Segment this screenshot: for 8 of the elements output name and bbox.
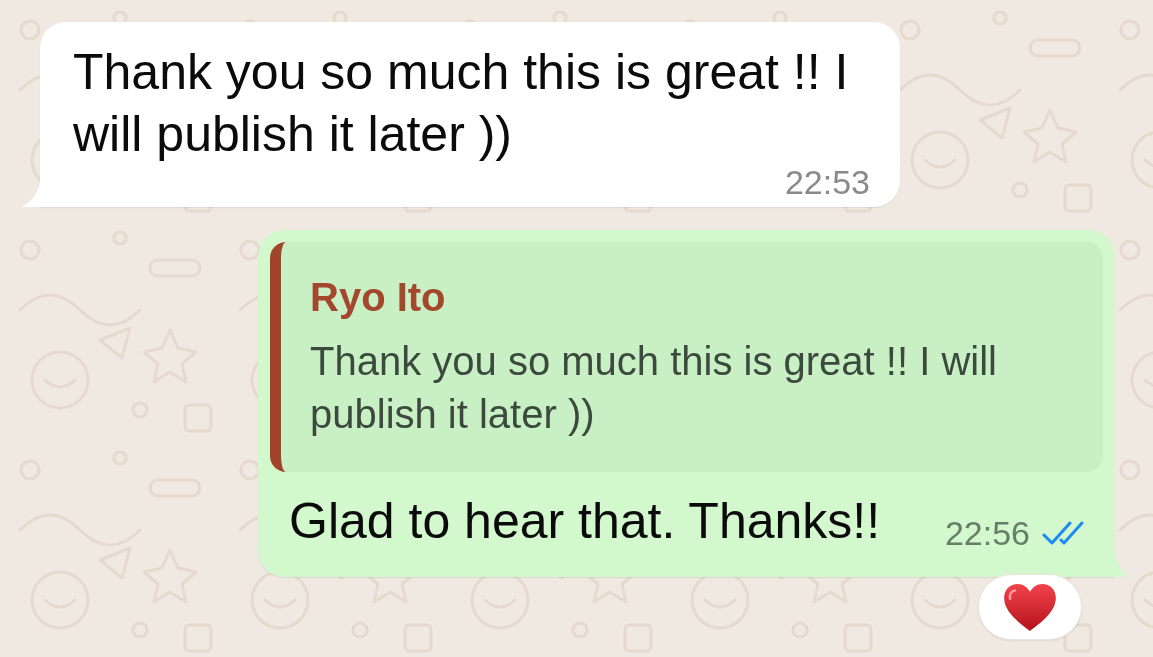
quoted-text: Thank you so much this is great !! I will publish it later )) — [310, 338, 998, 438]
quoted-message[interactable]: Ryo Ito Thank you so much this is great !! I will publish it later )) — [270, 242, 1103, 472]
heart-icon — [1004, 583, 1056, 631]
quoted-author-name: Ryo Ito — [310, 274, 447, 321]
message-time: 22:56 — [944, 516, 1030, 550]
message-time: 22:53 — [784, 165, 870, 199]
message-text: Thank you so much this is great !! I will publish it later )) — [73, 43, 850, 164]
message-text: Glad to hear that. Thanks!! — [289, 492, 881, 551]
